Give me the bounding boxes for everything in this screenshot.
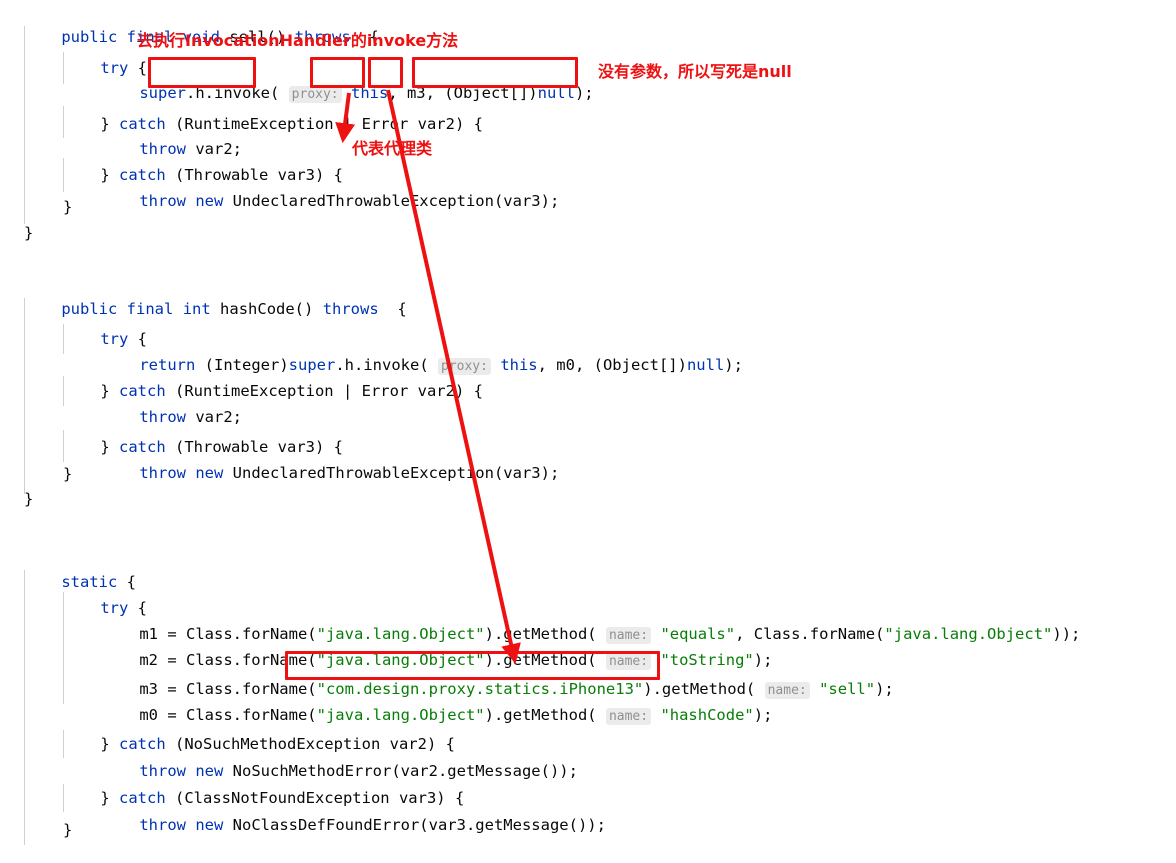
code-line: } <box>24 490 34 508</box>
code-line: return (Integer)super.h.invoke( proxy: t… <box>139 356 743 375</box>
code-line: throw new UndeclaredThrowableException(v… <box>139 464 560 482</box>
code-line: m0 = Class.forName("java.lang.Object").g… <box>139 706 773 725</box>
code-line: try { <box>100 330 147 348</box>
code-line: throw var2; <box>139 408 242 426</box>
code-line: } <box>24 224 34 242</box>
code-line: } catch (RuntimeException | Error var2) … <box>100 382 483 400</box>
code-line: try { <box>100 599 147 617</box>
code-line: } <box>63 821 73 839</box>
code-line: public final void sell() throws { <box>61 28 379 46</box>
code-line: } catch (Throwable var3) { <box>100 166 343 184</box>
code-editor[interactable]: public final void sell() throws { try { … <box>0 0 1176 845</box>
code-line: } <box>63 465 73 483</box>
code-line: throw var2; <box>139 140 242 158</box>
code-line: try { <box>100 59 147 77</box>
code-line: public final int hashCode() throws { <box>61 300 407 318</box>
code-line: static { <box>61 573 136 591</box>
code-line: } catch (Throwable var3) { <box>100 438 343 456</box>
code-line: super.h.invoke( proxy: this, m3, (Object… <box>139 84 594 103</box>
code-line: throw new NoSuchMethodError(var2.getMess… <box>139 762 578 780</box>
code-line: throw new UndeclaredThrowableException(v… <box>139 192 560 210</box>
code-line: } <box>63 198 73 216</box>
code-line: } catch (ClassNotFoundException var3) { <box>100 789 465 807</box>
code-line: m3 = Class.forName("com.design.proxy.sta… <box>139 680 894 699</box>
code-line: m2 = Class.forName("java.lang.Object").g… <box>139 651 773 670</box>
code-line: } catch (RuntimeException | Error var2) … <box>100 115 483 133</box>
code-line: m1 = Class.forName("java.lang.Object").g… <box>139 625 1081 644</box>
code-line: } catch (NoSuchMethodException var2) { <box>100 735 455 753</box>
code-line: throw new NoClassDefFoundError(var3.getM… <box>139 816 606 834</box>
